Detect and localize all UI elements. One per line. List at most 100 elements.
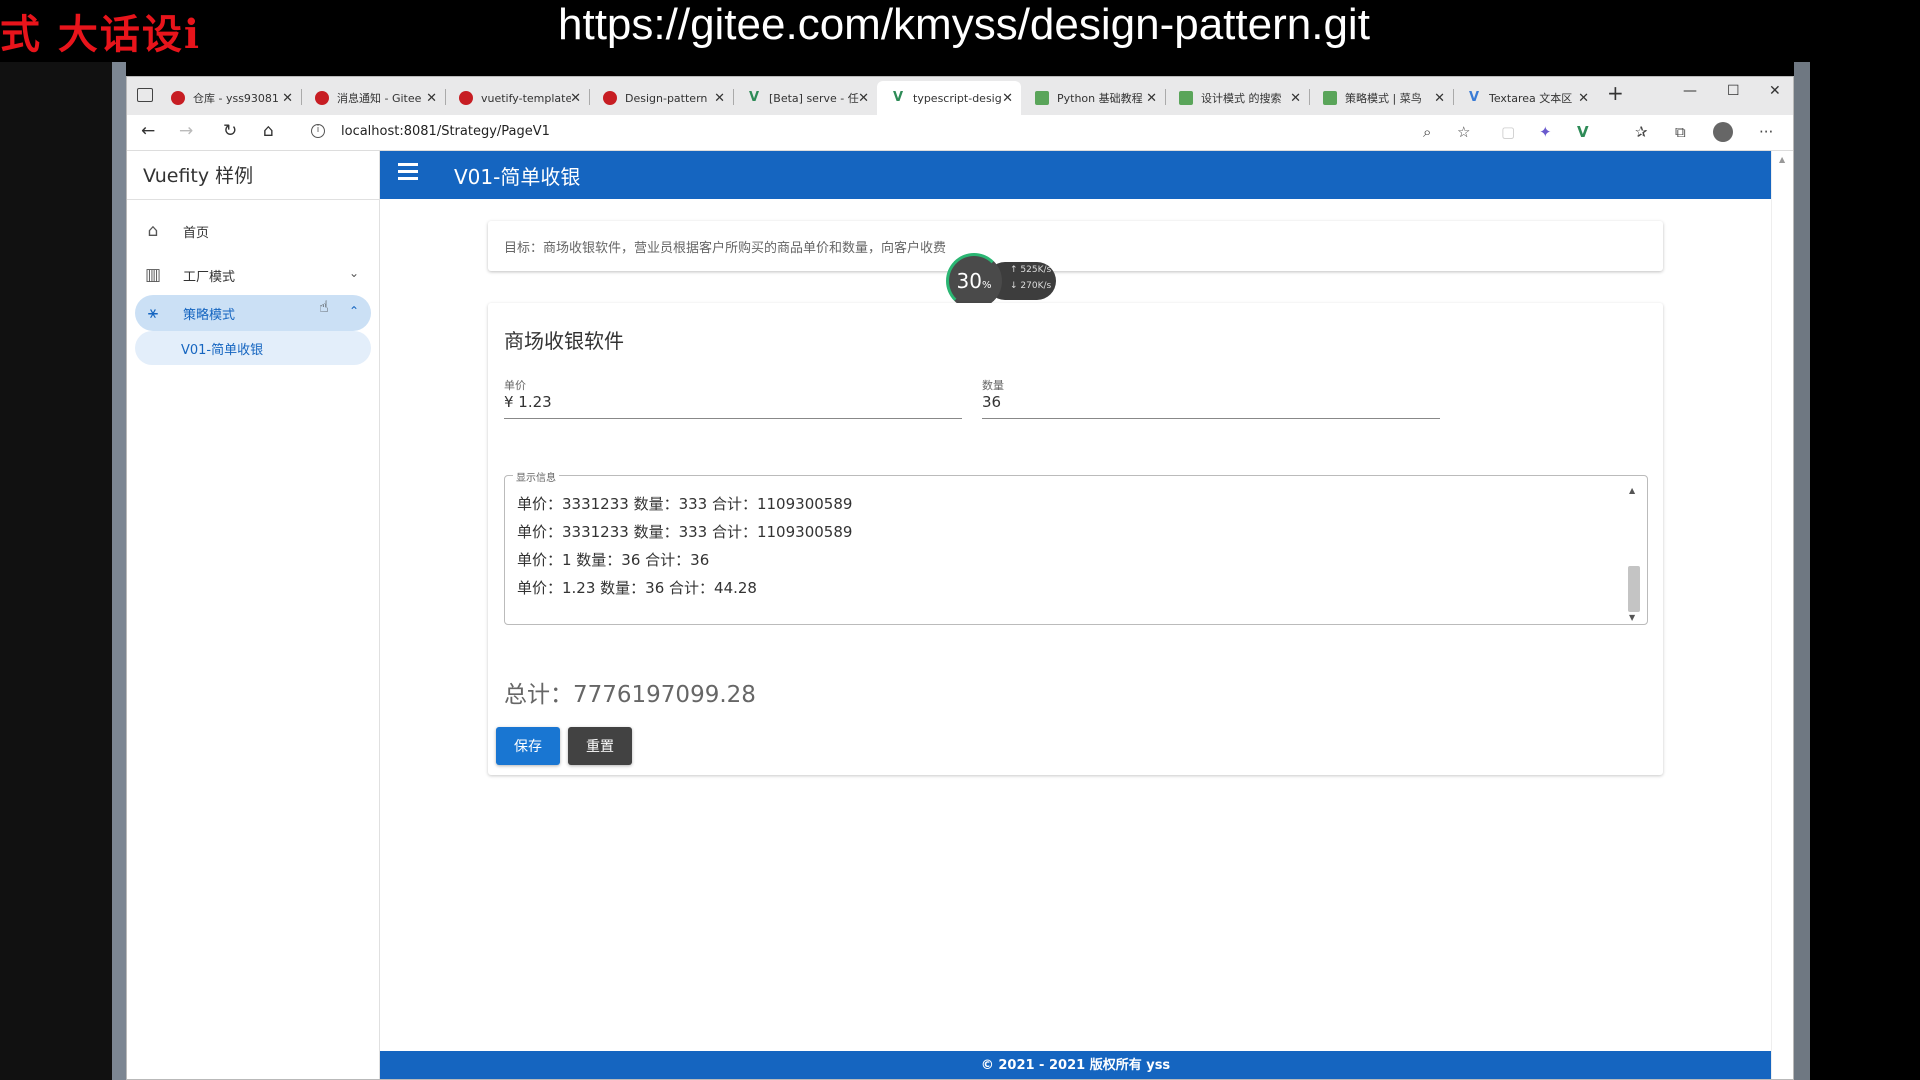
favorite-add-icon[interactable]: ☆ bbox=[1457, 123, 1470, 141]
site-info-icon[interactable]: i bbox=[311, 124, 325, 138]
page-title: V01-简单收银 bbox=[454, 165, 581, 189]
doc-icon bbox=[1323, 91, 1337, 105]
vue-icon: V bbox=[892, 90, 904, 105]
browser-tab-3[interactable]: Design-pattern ✕ bbox=[589, 81, 733, 115]
log-lines: 单价：3331233 数量：333 合计：1109300589 单价：33312… bbox=[517, 490, 852, 602]
vuetify-app: Vuefity 样例 ⌂ 首页 ▥ 工厂模式 ⌄ ⚹ 策略模式 ⌃ ☝ V01-… bbox=[127, 151, 1793, 1079]
cpu-percent: 30% bbox=[946, 253, 1002, 309]
scroll-up-icon[interactable]: ▲ bbox=[1779, 155, 1785, 164]
page-scrollbar[interactable]: ▲ bbox=[1771, 151, 1793, 1079]
log-textarea[interactable]: 显示信息 单价：3331233 数量：333 合计：1109300589 单价：… bbox=[504, 469, 1648, 625]
zoom-icon[interactable]: ⌕ bbox=[1423, 123, 1431, 141]
scroll-up-icon[interactable]: ▲ bbox=[1629, 486, 1635, 495]
close-icon[interactable]: ✕ bbox=[570, 91, 581, 106]
more-icon[interactable]: ··· bbox=[1759, 123, 1773, 141]
browser-tab-5-active[interactable]: V typescript-desig ✕ bbox=[877, 81, 1021, 115]
tab-title: Textarea 文本区 bbox=[1489, 92, 1573, 105]
download-speed: ↓ 270K/s bbox=[1010, 281, 1052, 291]
forward-icon[interactable]: → bbox=[179, 121, 193, 141]
close-window-icon[interactable]: ✕ bbox=[1769, 83, 1781, 99]
doc-icon bbox=[1179, 91, 1193, 105]
close-icon[interactable]: ✕ bbox=[1290, 91, 1301, 106]
quantity-input[interactable]: 36 bbox=[982, 393, 1001, 411]
desktop-background-left bbox=[0, 62, 114, 1080]
close-icon[interactable]: ✕ bbox=[1578, 91, 1589, 106]
save-button[interactable]: 保存 bbox=[496, 727, 560, 765]
cashier-card: 商场收银软件 单价 ¥ 1.23 数量 36 显示信息 单价：3331233 数… bbox=[488, 303, 1663, 775]
tab-title: Python 基础教程 bbox=[1057, 92, 1143, 105]
network-speed-widget[interactable]: ↑ 525K/s ↓ 270K/s 30% bbox=[946, 253, 1076, 309]
sidebar-item-label: 工厂模式 bbox=[183, 269, 236, 285]
hand-cursor-icon: ☝ bbox=[319, 297, 329, 316]
desktop-background-left-strip bbox=[112, 62, 126, 1080]
gitee-icon bbox=[315, 91, 329, 105]
reset-button[interactable]: 重置 bbox=[568, 727, 632, 765]
url-input[interactable]: localhost:8081/Strategy/PageV1 bbox=[341, 124, 550, 139]
sidebar-item-home[interactable]: ⌂ 首页 bbox=[135, 213, 371, 249]
sidebar-item-factory[interactable]: ▥ 工厂模式 ⌄ bbox=[135, 257, 371, 293]
tab-actions-icon[interactable] bbox=[137, 88, 153, 102]
scroll-thumb[interactable] bbox=[1628, 566, 1640, 612]
doc-icon bbox=[1035, 91, 1049, 105]
overlay-title-text: 式 大话设i bbox=[0, 11, 202, 58]
close-icon[interactable]: ✕ bbox=[282, 91, 293, 106]
close-icon[interactable]: ✕ bbox=[1434, 91, 1445, 106]
browser-tab-9[interactable]: V Textarea 文本区 ✕ bbox=[1453, 81, 1597, 115]
favorites-icon[interactable]: ✰ bbox=[1635, 123, 1648, 141]
close-icon[interactable]: ✕ bbox=[858, 91, 869, 106]
tab-title: vuetify-template bbox=[481, 91, 571, 105]
total-text: 总计：7776197099.28 bbox=[504, 682, 756, 708]
browser-tab-8[interactable]: 策略模式 | 菜鸟 ✕ bbox=[1309, 81, 1453, 115]
tab-title: typescript-desig bbox=[913, 91, 1002, 105]
new-tab-icon[interactable]: + bbox=[1607, 81, 1624, 105]
download-unit: K/s bbox=[1037, 281, 1052, 291]
quantity-label: 数量 bbox=[982, 379, 1004, 392]
menu-icon[interactable] bbox=[398, 163, 418, 180]
textarea-label: 显示信息 bbox=[513, 469, 559, 484]
tab-title: 设计模式 的搜索 bbox=[1201, 92, 1282, 105]
navigation-drawer: Vuefity 样例 ⌂ 首页 ▥ 工厂模式 ⌄ ⚹ 策略模式 ⌃ ☝ V01-… bbox=[127, 151, 380, 1079]
minimize-icon[interactable]: — bbox=[1683, 83, 1697, 99]
close-icon[interactable]: ✕ bbox=[714, 91, 725, 106]
textarea-scrollbar[interactable]: ▲ ▼ bbox=[1627, 486, 1641, 622]
divider bbox=[127, 199, 380, 200]
browser-tab-1[interactable]: 消息通知 - Gitee ✕ bbox=[301, 81, 445, 115]
vue-icon: V bbox=[748, 90, 760, 105]
strategy-icon: ⚹ bbox=[147, 303, 159, 323]
drawer-title: Vuefity 样例 bbox=[143, 165, 254, 187]
maximize-icon[interactable]: ☐ bbox=[1727, 83, 1740, 99]
quantity-field[interactable]: 数量 36 bbox=[982, 377, 1440, 419]
collections-icon[interactable]: ⧉ bbox=[1675, 123, 1686, 141]
browser-tab-0[interactable]: 仓库 - yss93081 ✕ bbox=[157, 81, 301, 115]
close-icon[interactable]: ✕ bbox=[1146, 91, 1157, 106]
upload-value: 525 bbox=[1020, 265, 1038, 275]
price-input[interactable]: ¥ 1.23 bbox=[504, 393, 552, 411]
close-icon[interactable]: ✕ bbox=[426, 91, 437, 106]
tab-title: 仓库 - yss93081 bbox=[193, 92, 279, 105]
home-icon: ⌂ bbox=[147, 221, 159, 241]
browser-tab-6[interactable]: Python 基础教程 ✕ bbox=[1021, 81, 1165, 115]
browser-window: 仓库 - yss93081 ✕ 消息通知 - Gitee ✕ vuetify-t… bbox=[126, 76, 1794, 1080]
sidebar-subitem-v01[interactable]: V01-简单收银 bbox=[135, 331, 371, 365]
home-nav-icon[interactable]: ⌂ bbox=[263, 121, 274, 141]
sidebar-item-strategy[interactable]: ⚹ 策略模式 ⌃ bbox=[135, 295, 371, 331]
vue-devtools-icon[interactable]: V bbox=[1577, 123, 1589, 141]
extension-icon[interactable]: ▢ bbox=[1501, 123, 1515, 141]
log-line: 单价：1 数量：36 合计：36 bbox=[517, 551, 710, 569]
log-line: 单价：3331233 数量：333 合计：1109300589 bbox=[517, 495, 853, 513]
scroll-down-icon[interactable]: ▼ bbox=[1629, 613, 1635, 622]
chevron-up-icon: ⌃ bbox=[348, 304, 359, 318]
close-icon[interactable]: ✕ bbox=[1002, 91, 1013, 106]
card-title: 商场收银软件 bbox=[504, 329, 624, 353]
avatar[interactable] bbox=[1713, 122, 1733, 142]
back-icon[interactable]: ← bbox=[141, 121, 155, 141]
browser-tab-4[interactable]: V [Beta] serve - 任 ✕ bbox=[733, 81, 877, 115]
desktop-background-right bbox=[1800, 62, 1920, 1080]
reload-icon[interactable]: ↻ bbox=[223, 121, 237, 141]
price-field[interactable]: 单价 ¥ 1.23 bbox=[504, 377, 962, 419]
extension-icon-2[interactable]: ✦ bbox=[1539, 123, 1552, 141]
browser-tab-2[interactable]: vuetify-template ✕ bbox=[445, 81, 589, 115]
tab-strip: 仓库 - yss93081 ✕ 消息通知 - Gitee ✕ vuetify-t… bbox=[127, 77, 1793, 115]
browser-tab-7[interactable]: 设计模式 的搜索 ✕ bbox=[1165, 81, 1309, 115]
price-label: 单价 bbox=[504, 379, 526, 392]
